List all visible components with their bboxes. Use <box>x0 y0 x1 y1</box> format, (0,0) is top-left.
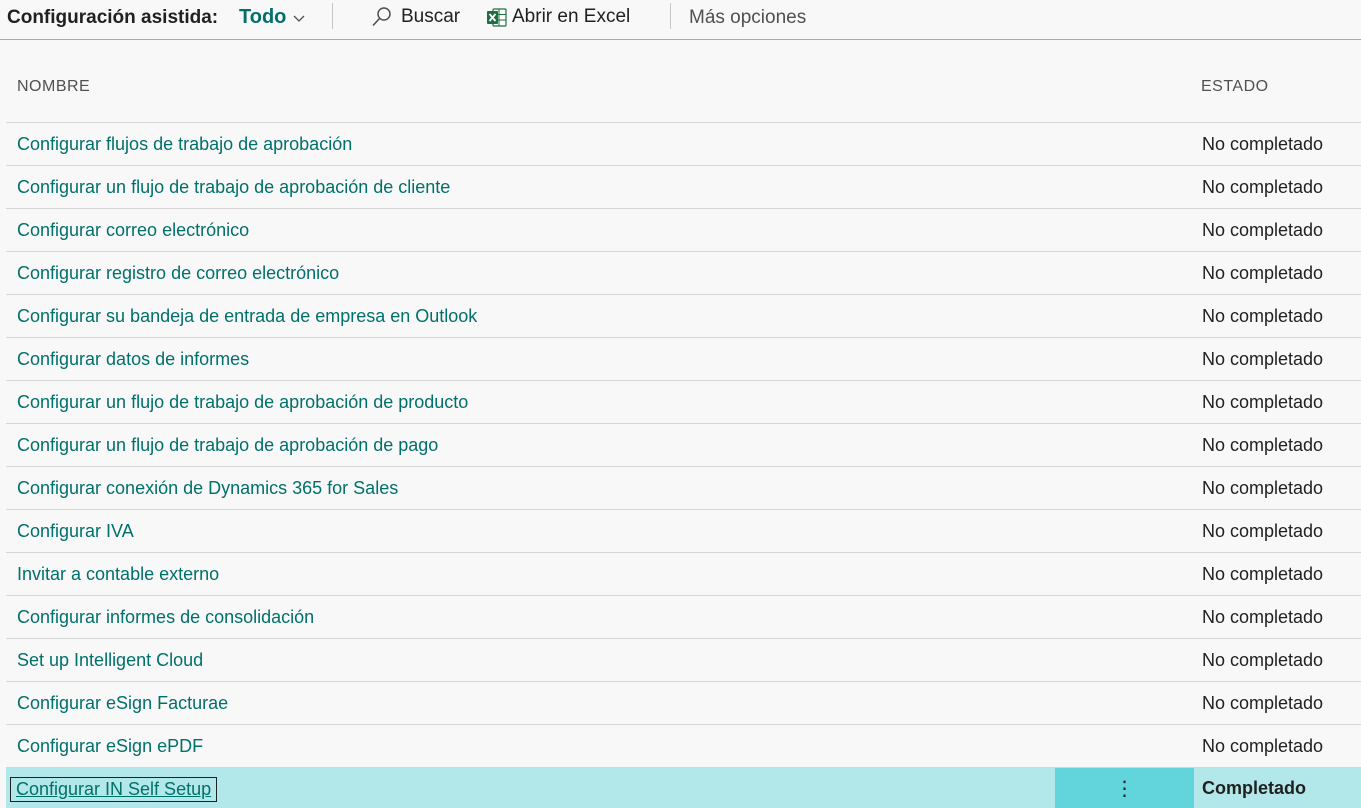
table-row[interactable]: Configurar un flujo de trabajo de aproba… <box>6 166 1361 209</box>
setup-name-link[interactable]: Configurar IVA <box>17 521 134 542</box>
setup-name-link[interactable]: Set up Intelligent Cloud <box>17 650 203 671</box>
search-label: Buscar <box>401 6 461 27</box>
table-row[interactable]: Configurar datos de informes No completad… <box>6 338 1361 381</box>
setup-name-link[interactable]: Configurar un flujo de trabajo de aproba… <box>17 392 468 413</box>
setup-status: No completado <box>1202 306 1324 326</box>
view-filter-label: Todo <box>239 6 287 28</box>
setup-status: No completado <box>1202 564 1324 584</box>
setup-status: No completado <box>1202 607 1324 627</box>
table-row[interactable]: Set up Intelligent Cloud No completado <box>6 639 1361 682</box>
view-filter-dropdown[interactable]: Todo <box>239 6 306 29</box>
setup-status: No completado <box>1202 349 1324 369</box>
assisted-setup-list: Configurar flujos de trabajo de aprobaci… <box>6 123 1361 808</box>
search-button[interactable]: Buscar <box>371 6 460 28</box>
table-row[interactable]: Invitar a contable externo No completado <box>6 553 1361 596</box>
setup-status: Completado <box>1202 778 1307 798</box>
setup-status: No completado <box>1202 177 1324 197</box>
setup-status: No completado <box>1202 435 1324 455</box>
setup-name-link[interactable]: Configurar registro de correo electrónic… <box>17 263 339 284</box>
setup-status: No completado <box>1202 736 1324 756</box>
excel-icon <box>487 7 507 27</box>
chevron-down-icon <box>293 15 305 22</box>
more-vertical-icon[interactable]: ⋮ <box>1055 768 1194 808</box>
table-row[interactable]: Configurar informes de consolidación No c… <box>6 596 1361 639</box>
toolbar-divider <box>670 3 671 29</box>
column-header-status[interactable]: ESTADO <box>1201 78 1269 96</box>
table-row-selected[interactable]: Configurar IN Self Setup ⋮ Completado <box>6 768 1361 808</box>
setup-status: No completado <box>1202 392 1324 412</box>
toolbar-divider <box>332 3 333 29</box>
setup-name-link[interactable]: Configurar informes de consolidación <box>17 607 314 628</box>
setup-status: No completado <box>1202 478 1324 498</box>
action-bar: Configuración asistida: Todo Buscar Abri… <box>0 0 1361 40</box>
table-row[interactable]: Configurar un flujo de trabajo de aproba… <box>6 424 1361 467</box>
table-row[interactable]: Configurar eSign ePDF No completado <box>6 725 1361 768</box>
setup-status: No completado <box>1202 263 1324 283</box>
search-icon <box>372 7 391 27</box>
setup-name-link[interactable]: Configurar IN Self Setup <box>9 777 218 802</box>
table-row[interactable]: Configurar eSign Facturae No completado <box>6 682 1361 725</box>
setup-status: No completado <box>1202 650 1324 670</box>
table-row[interactable]: Configurar su bandeja de entrada de empr… <box>6 295 1361 338</box>
setup-status: No completado <box>1202 220 1324 240</box>
setup-name-link[interactable]: Configurar datos de informes <box>17 349 249 370</box>
setup-name-link[interactable]: Configurar eSign ePDF <box>17 736 203 757</box>
setup-name-link[interactable]: Configurar un flujo de trabajo de aproba… <box>17 435 438 456</box>
setup-status: No completado <box>1202 521 1324 541</box>
setup-status: No completado <box>1202 693 1324 713</box>
setup-name-link[interactable]: Configurar correo electrónico <box>17 220 249 241</box>
setup-name-link[interactable]: Configurar su bandeja de entrada de empr… <box>17 306 477 327</box>
more-options-button[interactable]: Más opciones <box>689 7 806 29</box>
setup-name-link[interactable]: Configurar un flujo de trabajo de aproba… <box>17 177 450 198</box>
table-row[interactable]: Configurar flujos de trabajo de aprobaci… <box>6 123 1361 166</box>
page-title: Configuración asistida: <box>7 7 219 28</box>
open-in-excel-button[interactable]: Abrir en Excel <box>486 6 630 28</box>
column-header-name[interactable]: NOMBRE <box>17 78 90 96</box>
setup-name-link[interactable]: Configurar conexión de Dynamics 365 for … <box>17 478 398 499</box>
open-in-excel-label: Abrir en Excel <box>512 6 631 27</box>
table-row[interactable]: Configurar un flujo de trabajo de aproba… <box>6 381 1361 424</box>
table-row[interactable]: Configurar correo electrónico No completa… <box>6 209 1361 252</box>
table-row[interactable]: Configurar IVA No completado <box>6 510 1361 553</box>
table-row[interactable]: Configurar registro de correo electrónic… <box>6 252 1361 295</box>
table-header: NOMBRE ESTADO <box>6 66 1361 123</box>
setup-name-link[interactable]: Configurar eSign Facturae <box>17 693 228 714</box>
setup-name-link[interactable]: Configurar flujos de trabajo de aprobaci… <box>17 134 352 155</box>
setup-status: No completado <box>1202 134 1324 154</box>
table-row[interactable]: Configurar conexión de Dynamics 365 for … <box>6 467 1361 510</box>
setup-name-link[interactable]: Invitar a contable externo <box>17 564 219 585</box>
